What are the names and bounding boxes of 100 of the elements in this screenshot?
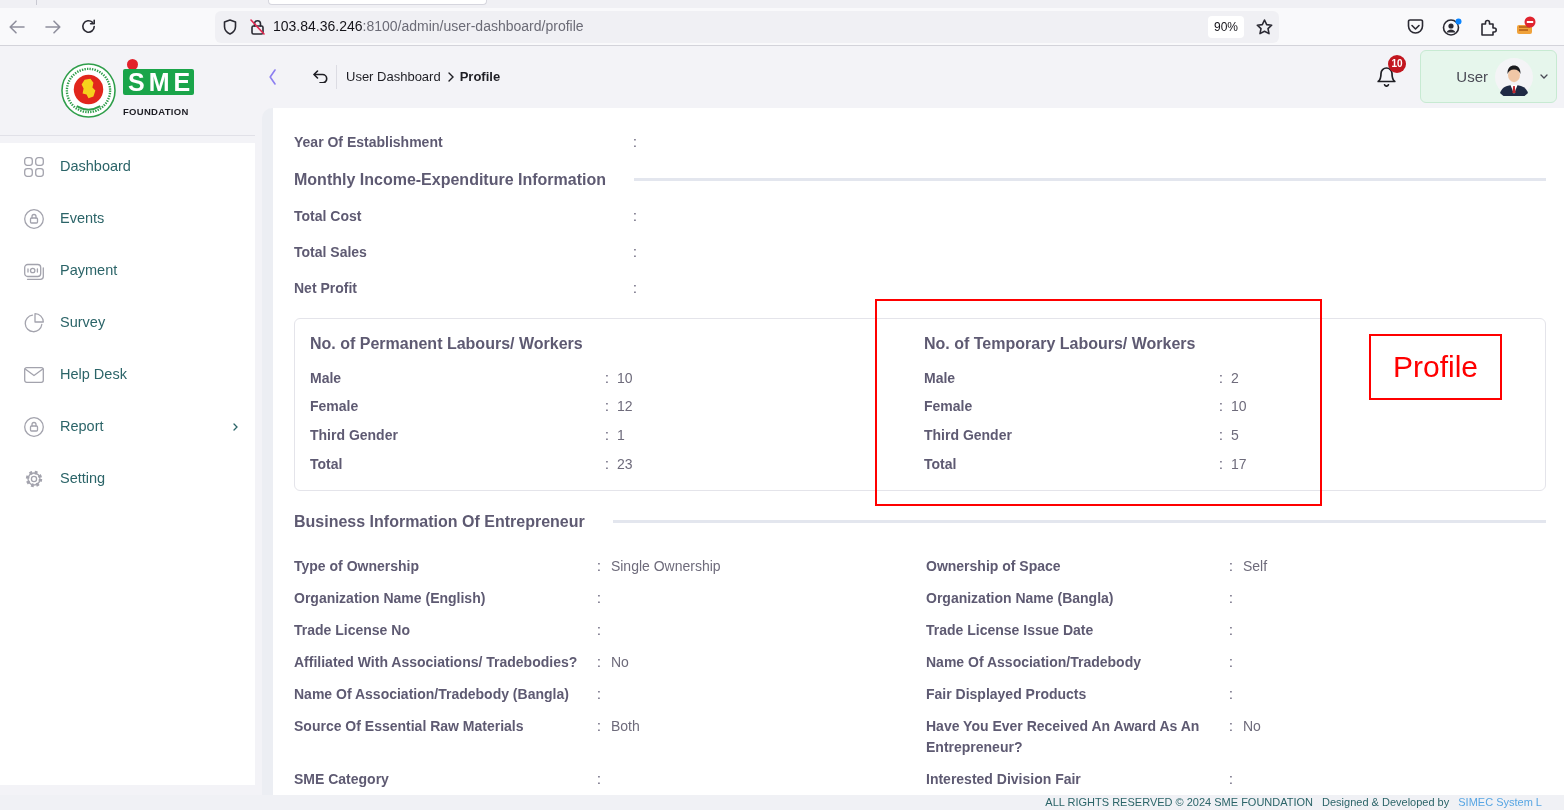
puzzle-icon[interactable] (1480, 17, 1497, 36)
field-label: Total (310, 454, 344, 474)
zoom-level-button[interactable]: 90% (1207, 15, 1244, 38)
field-label: Name Of Association/Tradebody (926, 653, 1142, 673)
avatar-icon (1495, 57, 1533, 96)
labour-group-title: No. of Temporary Labours/ Workers (924, 333, 1197, 354)
field-label: Organization Name (English) (294, 589, 487, 609)
label-colon: : (597, 717, 601, 737)
field-label: SME Category (294, 770, 390, 790)
label-colon: : (597, 653, 601, 673)
label-colon: : (1219, 368, 1223, 388)
label-colon: : (1219, 426, 1223, 446)
field-label: Organization Name (Bangla) (926, 589, 1115, 609)
label-colon: : (633, 133, 637, 153)
cash-icon (24, 262, 44, 280)
label-colon: : (1219, 397, 1223, 417)
label-colon: : (597, 770, 601, 790)
sidebar-item[interactable]: Report (0, 403, 255, 455)
logo-dot-icon (127, 59, 138, 70)
sidebar-item[interactable]: Dashboard (0, 143, 255, 195)
notification-count-badge: 10 (1388, 55, 1406, 74)
label-colon: : (1229, 685, 1233, 705)
collapse-chevron-icon[interactable] (269, 68, 276, 85)
field-value: Single Ownership (610, 557, 721, 577)
sidebar-item[interactable]: Setting (0, 455, 255, 507)
label-colon: : (597, 685, 601, 705)
field-value: 12 (616, 397, 633, 417)
breadcrumb-current: Profile (459, 68, 501, 87)
label-colon: : (633, 207, 637, 227)
field-label: Total Cost (294, 207, 363, 227)
star-icon[interactable] (1256, 18, 1273, 35)
sidebar-item[interactable]: Events (0, 195, 255, 247)
field-label: Year Of Establishment (294, 133, 444, 153)
field-value: 23 (616, 454, 633, 474)
field-value: 1 (616, 426, 625, 446)
field-label: Trade License Issue Date (926, 621, 1095, 641)
field-label: Trade License No (294, 621, 411, 641)
forward-arrow-icon[interactable] (45, 19, 61, 34)
field-label: Type of Ownership (294, 557, 420, 577)
pie-chart-icon (24, 313, 44, 333)
field-label: Net Profit (294, 279, 358, 299)
label-colon: : (1229, 621, 1233, 641)
field-label: Female (310, 397, 360, 417)
field-label: Ownership of Space (926, 557, 1062, 577)
bell-icon[interactable] (1377, 66, 1396, 88)
sidebar-item[interactable]: Survey (0, 299, 255, 351)
emblem-logo (61, 63, 116, 118)
sidebar-item[interactable]: Payment (0, 247, 255, 299)
label-colon: : (633, 243, 637, 263)
user-menu-button[interactable]: User (1420, 50, 1557, 104)
field-label: Affiliated With Associations/ Tradebodies? (294, 653, 579, 673)
field-label: Total Sales (294, 243, 368, 263)
field-value: No (610, 653, 629, 673)
field-label: Total (924, 454, 958, 474)
annotation-callout: Profile (1369, 333, 1502, 400)
field-value: 10 (616, 368, 633, 388)
crossed-lock-icon (250, 18, 265, 35)
field-value: Both (610, 717, 640, 737)
field-label: Source Of Essential Raw Materials (294, 717, 525, 737)
label-colon: : (1229, 589, 1233, 609)
label-colon: : (597, 589, 601, 609)
back-arrow-icon[interactable] (313, 70, 328, 84)
label-colon: : (605, 397, 609, 417)
field-value: 5 (1230, 426, 1239, 446)
credit-text: Designed & Developed by (1322, 795, 1450, 810)
logo-wordmark: SME (123, 69, 195, 95)
copyright-text: ALL RIGHTS RESERVED © 2024 SME FOUNDATION (1045, 795, 1314, 810)
field-value: 2 (1230, 368, 1239, 388)
logo-tagline: FOUNDATION (123, 106, 189, 117)
sidebar-item[interactable]: Help Desk (0, 351, 255, 403)
label-colon: : (597, 621, 601, 641)
label-colon: : (605, 426, 609, 446)
address-bar[interactable]: 103.84.36.246:8100/admin/user-dashboard/profile 90% (215, 10, 1279, 43)
lock-badge-icon (24, 417, 44, 437)
shield-icon (223, 18, 237, 35)
lock-badge-icon (24, 209, 44, 229)
section-title: Business Information Of Entrepreneur (294, 511, 585, 532)
field-value: 17 (1230, 454, 1247, 474)
label-colon: : (633, 279, 637, 299)
label-colon: : (1229, 653, 1233, 673)
account-icon[interactable] (1442, 17, 1462, 36)
field-label: Third Gender (924, 426, 1013, 446)
field-value: 10 (1230, 397, 1247, 417)
field-label: Have You Ever Received An Award As An Entrepreneur? (926, 717, 1201, 758)
breadcrumb-link[interactable]: User Dashboard (346, 67, 441, 87)
field-label: Male (310, 368, 343, 388)
label-colon: : (605, 454, 609, 474)
section-title: Monthly Income-Expenditure Information (294, 169, 606, 190)
gear-icon (24, 469, 44, 489)
reload-icon[interactable] (81, 19, 96, 34)
url-text[interactable]: 103.84.36.246:8100/admin/user-dashboard/profile (273, 16, 584, 37)
field-label: Male (924, 368, 957, 388)
caret-down-icon (1540, 74, 1548, 80)
label-colon: : (605, 368, 609, 388)
field-label: Third Gender (310, 426, 399, 446)
envelope-icon (24, 367, 44, 383)
label-colon: : (1229, 717, 1233, 737)
shield-chevron-icon[interactable] (1407, 18, 1424, 35)
field-label: Interested Division Fair (926, 770, 1082, 790)
label-colon: : (597, 557, 601, 577)
